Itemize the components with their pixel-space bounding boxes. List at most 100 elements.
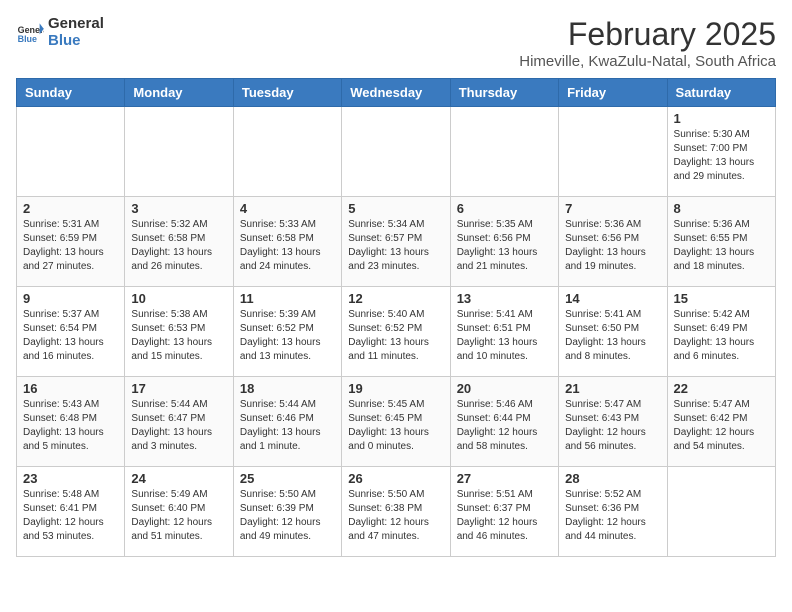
day-info: Sunrise: 5:35 AM Sunset: 6:56 PM Dayligh…	[457, 218, 552, 274]
calendar-cell: 22 Sunrise: 5:47 AM Sunset: 6:42 PM Dayli…	[667, 377, 775, 467]
svg-text:Blue: Blue	[18, 33, 37, 43]
day-number: 27	[457, 471, 552, 486]
calendar-cell: 23 Sunrise: 5:48 AM Sunset: 6:41 PM Dayli…	[17, 467, 125, 557]
calendar-cell: 11 Sunrise: 5:39 AM Sunset: 6:52 PM Dayli…	[233, 287, 341, 377]
logo: General Blue General Blue	[16, 16, 104, 49]
calendar-cell	[233, 107, 341, 197]
day-info: Sunrise: 5:51 AM Sunset: 6:37 PM Dayligh…	[457, 488, 552, 544]
day-number: 15	[674, 291, 769, 306]
day-number: 8	[674, 201, 769, 216]
calendar-cell: 16 Sunrise: 5:43 AM Sunset: 6:48 PM Dayli…	[17, 377, 125, 467]
day-number: 14	[565, 291, 660, 306]
day-number: 24	[131, 471, 226, 486]
day-info: Sunrise: 5:40 AM Sunset: 6:52 PM Dayligh…	[348, 308, 443, 364]
day-info: Sunrise: 5:41 AM Sunset: 6:50 PM Dayligh…	[565, 308, 660, 364]
calendar-cell: 1 Sunrise: 5:30 AM Sunset: 7:00 PM Daylig…	[667, 107, 775, 197]
logo-icon: General Blue	[16, 22, 44, 44]
day-number: 18	[240, 381, 335, 396]
day-number: 12	[348, 291, 443, 306]
day-number: 23	[23, 471, 118, 486]
calendar-week-4: 16 Sunrise: 5:43 AM Sunset: 6:48 PM Dayli…	[17, 377, 776, 467]
day-info: Sunrise: 5:42 AM Sunset: 6:49 PM Dayligh…	[674, 308, 769, 364]
day-info: Sunrise: 5:48 AM Sunset: 6:41 PM Dayligh…	[23, 488, 118, 544]
day-number: 28	[565, 471, 660, 486]
calendar-cell: 24 Sunrise: 5:49 AM Sunset: 6:40 PM Dayli…	[125, 467, 233, 557]
day-number: 10	[131, 291, 226, 306]
calendar-cell: 7 Sunrise: 5:36 AM Sunset: 6:56 PM Daylig…	[559, 197, 667, 287]
day-number: 16	[23, 381, 118, 396]
day-number: 11	[240, 291, 335, 306]
weekday-header-friday: Friday	[559, 79, 667, 107]
day-number: 25	[240, 471, 335, 486]
day-info: Sunrise: 5:46 AM Sunset: 6:44 PM Dayligh…	[457, 398, 552, 454]
calendar-cell	[342, 107, 450, 197]
calendar-week-2: 2 Sunrise: 5:31 AM Sunset: 6:59 PM Daylig…	[17, 197, 776, 287]
calendar-cell: 5Sunrise: 5:34 AM Sunset: 6:57 PM Daylig…	[342, 197, 450, 287]
day-info: Sunrise: 5:36 AM Sunset: 6:55 PM Dayligh…	[674, 218, 769, 274]
calendar-cell: 8 Sunrise: 5:36 AM Sunset: 6:55 PM Daylig…	[667, 197, 775, 287]
calendar-cell: 13Sunrise: 5:41 AM Sunset: 6:51 PM Dayli…	[450, 287, 558, 377]
calendar-cell: 28 Sunrise: 5:52 AM Sunset: 6:36 PM Dayli…	[559, 467, 667, 557]
main-title: February 2025	[519, 16, 776, 53]
day-number: 2	[23, 201, 118, 216]
calendar-week-5: 23 Sunrise: 5:48 AM Sunset: 6:41 PM Dayli…	[17, 467, 776, 557]
calendar-cell: 19Sunrise: 5:45 AM Sunset: 6:45 PM Dayli…	[342, 377, 450, 467]
day-number: 22	[674, 381, 769, 396]
day-number: 26	[348, 471, 443, 486]
calendar-cell	[450, 107, 558, 197]
day-number: 17	[131, 381, 226, 396]
day-info: Sunrise: 5:34 AM Sunset: 6:57 PM Dayligh…	[348, 218, 443, 274]
calendar: SundayMondayTuesdayWednesdayThursdayFrid…	[16, 78, 776, 557]
day-number: 19	[348, 381, 443, 396]
day-info: Sunrise: 5:31 AM Sunset: 6:59 PM Dayligh…	[23, 218, 118, 274]
weekday-header-sunday: Sunday	[17, 79, 125, 107]
day-number: 20	[457, 381, 552, 396]
day-number: 21	[565, 381, 660, 396]
calendar-cell	[667, 467, 775, 557]
title-area: February 2025 Himeville, KwaZulu-Natal, …	[519, 16, 776, 70]
weekday-header-saturday: Saturday	[667, 79, 775, 107]
day-info: Sunrise: 5:30 AM Sunset: 7:00 PM Dayligh…	[674, 128, 769, 184]
calendar-cell: 27 Sunrise: 5:51 AM Sunset: 6:37 PM Dayli…	[450, 467, 558, 557]
day-number: 13	[457, 291, 552, 306]
day-info: Sunrise: 5:50 AM Sunset: 6:38 PM Dayligh…	[348, 488, 443, 544]
weekday-header-thursday: Thursday	[450, 79, 558, 107]
day-number: 9	[23, 291, 118, 306]
day-info: Sunrise: 5:44 AM Sunset: 6:46 PM Dayligh…	[240, 398, 335, 454]
day-number: 1	[674, 111, 769, 126]
header: General Blue General Blue February 2025 …	[16, 16, 776, 70]
calendar-cell: 2 Sunrise: 5:31 AM Sunset: 6:59 PM Daylig…	[17, 197, 125, 287]
calendar-cell	[17, 107, 125, 197]
calendar-cell: 15 Sunrise: 5:42 AM Sunset: 6:49 PM Dayli…	[667, 287, 775, 377]
day-info: Sunrise: 5:47 AM Sunset: 6:42 PM Dayligh…	[674, 398, 769, 454]
weekday-header-row: SundayMondayTuesdayWednesdayThursdayFrid…	[17, 79, 776, 107]
calendar-cell: 26 Sunrise: 5:50 AM Sunset: 6:38 PM Dayli…	[342, 467, 450, 557]
calendar-week-1: 1 Sunrise: 5:30 AM Sunset: 7:00 PM Daylig…	[17, 107, 776, 197]
day-info: Sunrise: 5:37 AM Sunset: 6:54 PM Dayligh…	[23, 308, 118, 364]
calendar-cell: 17 Sunrise: 5:44 AM Sunset: 6:47 PM Dayli…	[125, 377, 233, 467]
calendar-cell	[559, 107, 667, 197]
day-info: Sunrise: 5:52 AM Sunset: 6:36 PM Dayligh…	[565, 488, 660, 544]
day-number: 7	[565, 201, 660, 216]
calendar-cell: 9 Sunrise: 5:37 AM Sunset: 6:54 PM Daylig…	[17, 287, 125, 377]
day-number: 3	[131, 201, 226, 216]
day-info: Sunrise: 5:36 AM Sunset: 6:56 PM Dayligh…	[565, 218, 660, 274]
subtitle: Himeville, KwaZulu-Natal, South Africa	[519, 53, 776, 70]
day-info: Sunrise: 5:49 AM Sunset: 6:40 PM Dayligh…	[131, 488, 226, 544]
weekday-header-tuesday: Tuesday	[233, 79, 341, 107]
day-info: Sunrise: 5:38 AM Sunset: 6:53 PM Dayligh…	[131, 308, 226, 364]
calendar-cell: 4Sunrise: 5:33 AM Sunset: 6:58 PM Daylig…	[233, 197, 341, 287]
day-number: 4	[240, 201, 335, 216]
calendar-cell: 6Sunrise: 5:35 AM Sunset: 6:56 PM Daylig…	[450, 197, 558, 287]
calendar-cell: 12 Sunrise: 5:40 AM Sunset: 6:52 PM Dayli…	[342, 287, 450, 377]
calendar-cell: 25Sunrise: 5:50 AM Sunset: 6:39 PM Dayli…	[233, 467, 341, 557]
calendar-cell: 14 Sunrise: 5:41 AM Sunset: 6:50 PM Dayli…	[559, 287, 667, 377]
logo-general: General	[48, 16, 104, 33]
day-info: Sunrise: 5:44 AM Sunset: 6:47 PM Dayligh…	[131, 398, 226, 454]
day-info: Sunrise: 5:39 AM Sunset: 6:52 PM Dayligh…	[240, 308, 335, 364]
day-info: Sunrise: 5:43 AM Sunset: 6:48 PM Dayligh…	[23, 398, 118, 454]
weekday-header-monday: Monday	[125, 79, 233, 107]
calendar-cell: 18 Sunrise: 5:44 AM Sunset: 6:46 PM Dayli…	[233, 377, 341, 467]
calendar-cell	[125, 107, 233, 197]
calendar-cell: 10 Sunrise: 5:38 AM Sunset: 6:53 PM Dayli…	[125, 287, 233, 377]
